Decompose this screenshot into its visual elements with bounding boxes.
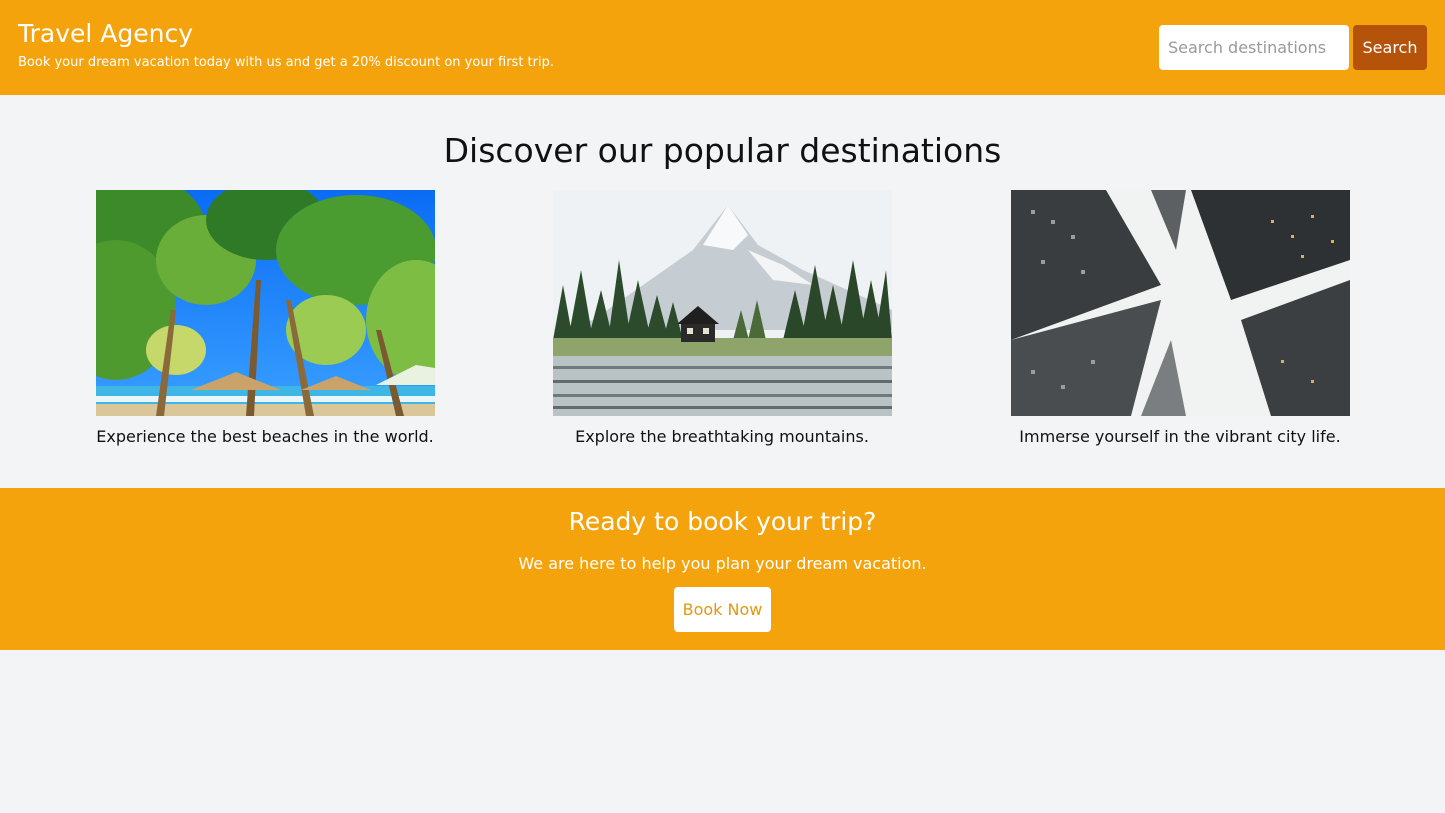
city-skyscrapers-photo: [1011, 190, 1350, 416]
destination-card-city: Immerse yourself in the vibrant city lif…: [980, 190, 1380, 460]
site-tagline: Book your dream vacation today with us a…: [18, 55, 554, 70]
site-header: Travel Agency Book your dream vacation t…: [0, 0, 1445, 95]
booking-cta-section: Ready to book your trip? We are here to …: [0, 488, 1445, 650]
destination-caption: Explore the breathtaking mountains.: [575, 427, 869, 446]
search-button[interactable]: Search: [1353, 25, 1427, 70]
destination-caption: Immerse yourself in the vibrant city lif…: [1019, 427, 1341, 446]
search-input[interactable]: [1159, 25, 1349, 70]
mountain-lake-photo: [553, 190, 892, 416]
site-title: Travel Agency: [18, 19, 193, 48]
book-now-button[interactable]: Book Now: [674, 587, 771, 632]
destination-card-mountains: Explore the breathtaking mountains.: [522, 190, 922, 460]
cta-text: We are here to help you plan your dream …: [518, 554, 927, 573]
beach-photo: [96, 190, 435, 416]
cta-title: Ready to book your trip?: [568, 507, 877, 536]
destination-caption: Experience the best beaches in the world…: [96, 427, 434, 446]
section-heading: Discover our popular destinations: [443, 131, 1002, 170]
destination-card-beach: Experience the best beaches in the world…: [65, 190, 465, 460]
